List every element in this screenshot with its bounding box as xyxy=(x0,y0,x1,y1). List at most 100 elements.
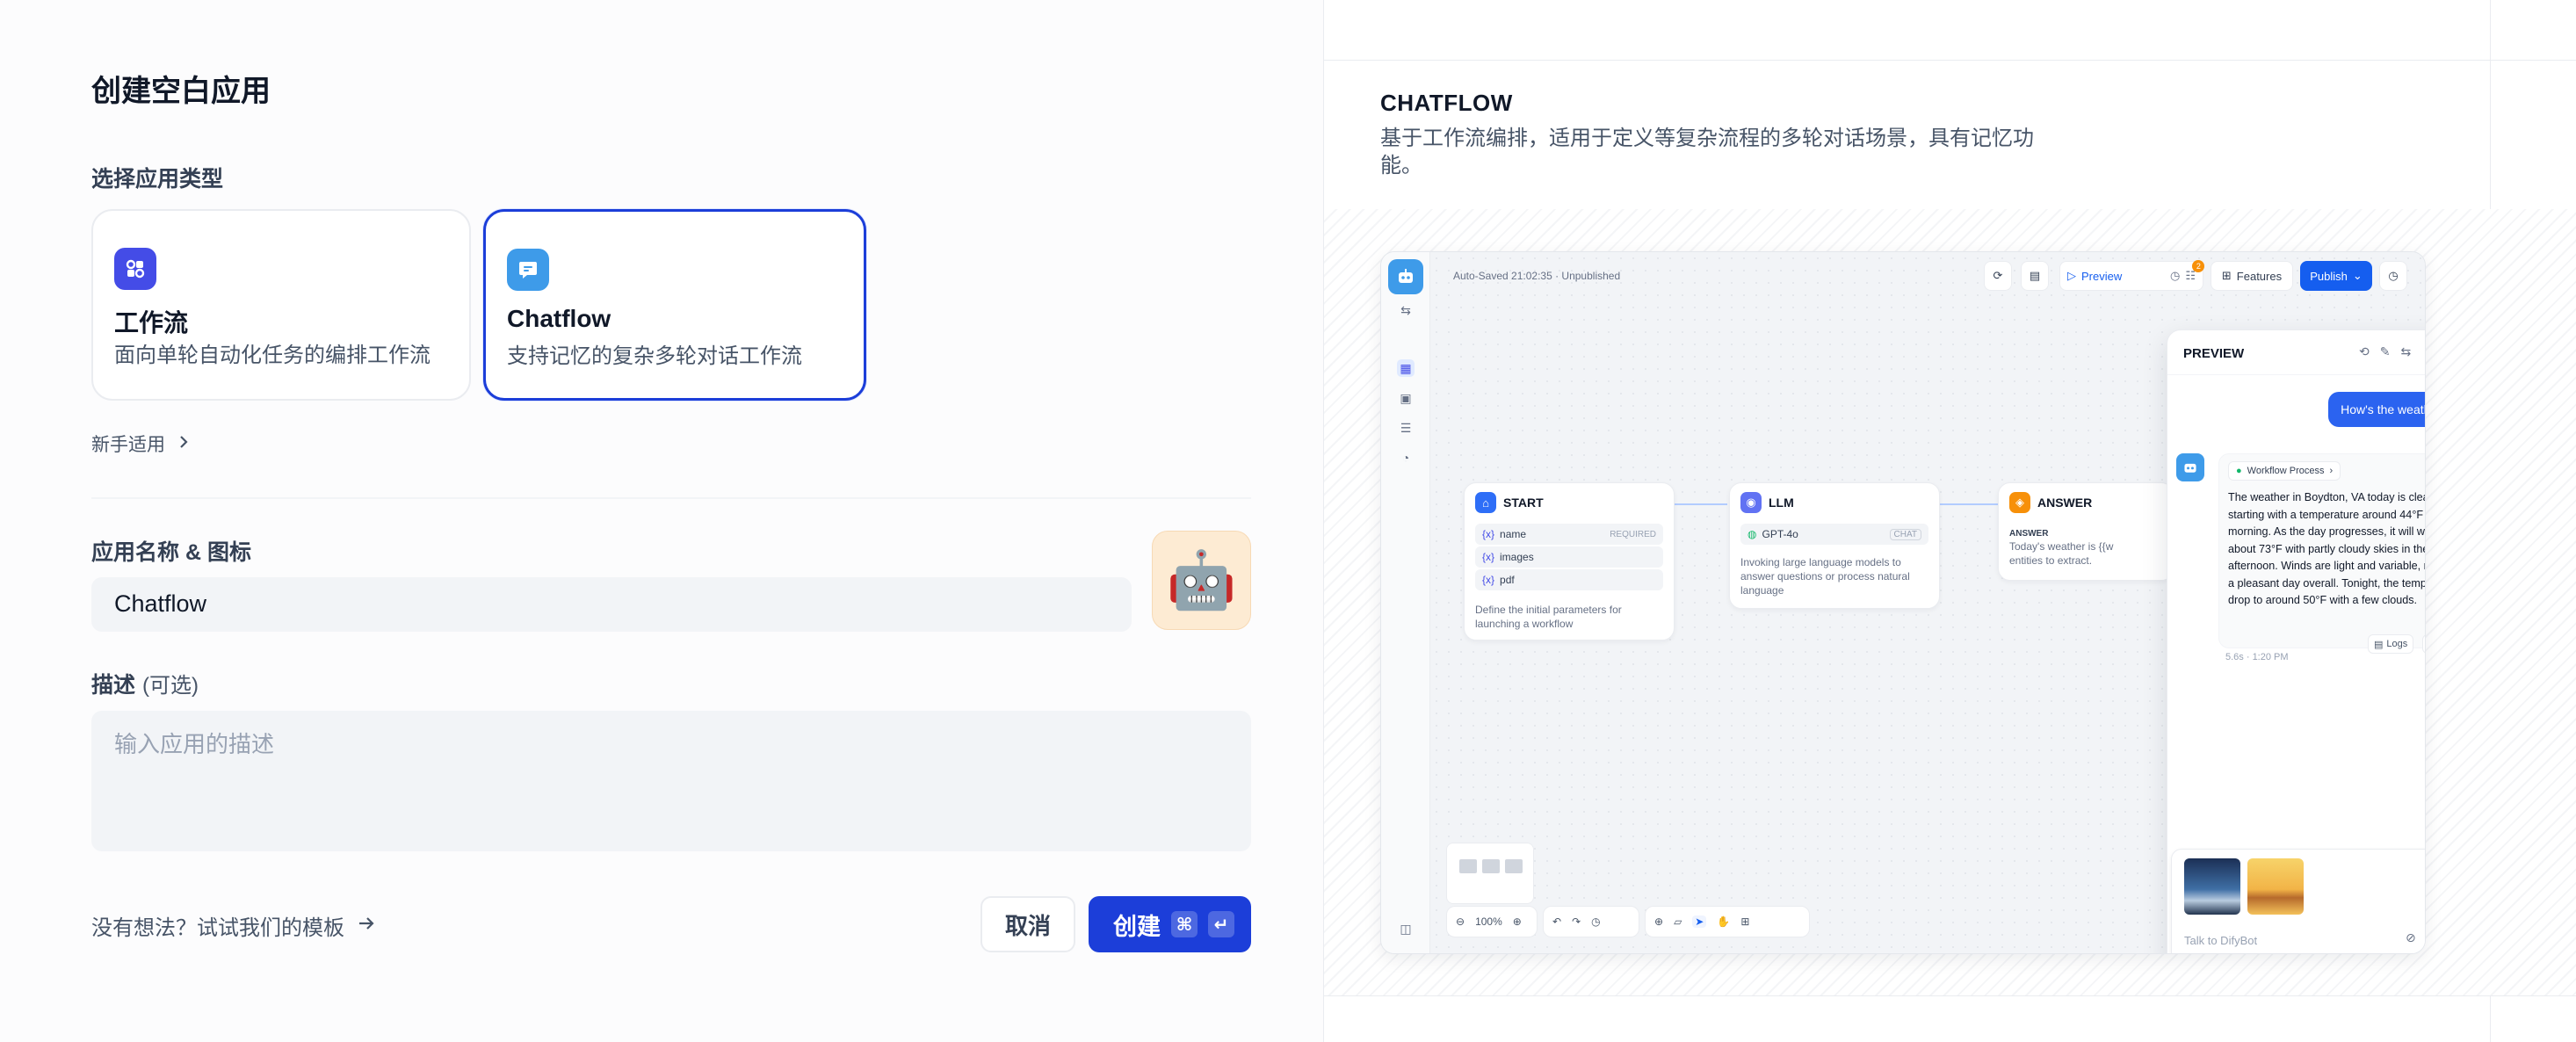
start-var: {x} images xyxy=(1475,546,1663,568)
card-desc: 面向单轮自动化任务的编排工作流 xyxy=(114,344,431,367)
edge xyxy=(1673,503,1727,505)
publish-button: Publish ⌄ xyxy=(2300,261,2372,291)
start-var: {x} pdf xyxy=(1475,569,1663,590)
app-icon-picker[interactable]: 🤖 xyxy=(1152,531,1251,630)
grid-line xyxy=(1324,995,2576,996)
app-type-label: 选择应用类型 xyxy=(91,167,224,192)
features-icon: ⊞ xyxy=(2221,269,2232,282)
user-message: How's the weather today xyxy=(2328,392,2425,427)
create-app-form: 创建空白应用 选择应用类型 工作流 面向单轮自动化任务的编排工作流 Chatfl… xyxy=(0,0,1323,1042)
app-name-input[interactable]: Chatflow xyxy=(91,577,1132,632)
llm-desc: Invoking large language models to answer… xyxy=(1740,556,1910,597)
workflow-canvas: Auto-Saved 21:02:35 · Unpublished ⟳ ▤ ▷ … xyxy=(1430,252,2425,953)
beginner-link[interactable]: 新手适用 xyxy=(91,431,190,457)
chat-input: Talk to DifyBot xyxy=(2184,934,2258,947)
hand-icon: ✋ xyxy=(1717,915,1731,928)
card-title: Chatflow xyxy=(507,305,611,332)
edge xyxy=(1940,503,1998,505)
play-icon: ▷ xyxy=(2067,269,2076,282)
bot-icon xyxy=(1388,259,1423,294)
workflow-icon xyxy=(114,248,156,290)
chevron-right-icon xyxy=(177,434,190,454)
zoom-control: ⊖ 100% ⊕ xyxy=(1446,906,1538,937)
desc-optional: (可选) xyxy=(142,674,199,698)
attachment-icon: ⊘ xyxy=(2406,930,2416,944)
divider xyxy=(91,497,1251,499)
desert-image-thumbnail xyxy=(2247,858,2304,915)
answer-meta: 5.6s · 1:20 PM xyxy=(2225,652,2289,662)
divider xyxy=(2167,374,2425,375)
logs-button: ▤ Logs xyxy=(2368,634,2414,654)
answer-text: The weather in Boydton, VA today is clea… xyxy=(2228,491,2425,606)
home-icon: ⌂ xyxy=(1475,492,1496,513)
studio-sidebar: ⇆ ▦ ▣ ☰ ◔ ◫ xyxy=(1381,252,1430,953)
card-title: 工作流 xyxy=(114,309,189,336)
settings-icon: ⇆ xyxy=(1400,302,1411,317)
add-node-icon: ⊕ xyxy=(1654,915,1664,928)
redo-icon: ↷ xyxy=(1572,915,1581,928)
robot-icon: 🤖 xyxy=(1166,548,1237,611)
chevron-down-icon: ⌄ xyxy=(2352,269,2363,282)
zoom-out-icon: ⊖ xyxy=(1456,915,1465,928)
create-button[interactable]: 创建 ⌘ ↵ xyxy=(1089,896,1251,952)
input-tools: ⊘ 🎙 xyxy=(2406,930,2425,945)
name-label: 应用名称 & 图标 xyxy=(91,540,251,565)
card-workflow[interactable]: 工作流 面向单轮自动化任务的编排工作流 xyxy=(91,209,471,401)
enter-key-icon: ↵ xyxy=(1208,911,1234,937)
edit-icon: ✎ xyxy=(2379,344,2391,358)
start-node: ⌂ START {x} name REQUIRED {x} images {x} pdf … xyxy=(1464,482,1675,640)
app-description-input[interactable]: 输入应用的描述 xyxy=(91,711,1251,851)
layout-icon: ⊞ xyxy=(1740,915,1750,928)
pointer-icon: ➤ xyxy=(1692,915,1707,928)
minimap-node xyxy=(1482,859,1500,873)
arrow-right-icon xyxy=(357,915,376,937)
settings-icon: ⇆ xyxy=(2400,344,2412,358)
checklist-badge-icon: ☷ 2 xyxy=(2185,260,2205,283)
chatflow-icon xyxy=(507,249,549,291)
bot-avatar-icon xyxy=(2176,453,2204,481)
workflow-screenshot: ⇆ ▦ ▣ ☰ ◔ ◫ Auto-Saved 21:02:35 · Unpubl… xyxy=(1380,251,2426,954)
answer-icon: ◈ xyxy=(2009,492,2030,513)
cancel-button[interactable]: 取消 xyxy=(980,896,1075,952)
desc-label-row: 描述 (可选) xyxy=(91,668,199,699)
app-type-preview: CHATFLOW 基于工作流编排，适用于定义等复杂流程的多轮对话场景，具有记忆功… xyxy=(1323,0,2576,1042)
history-controls: ↶ ↷ ◷ xyxy=(1543,906,1639,937)
card-desc: 支持记忆的复杂多轮对话工作流 xyxy=(507,344,802,368)
command-key-icon: ⌘ xyxy=(1171,911,1198,937)
template-link[interactable]: 没有想法？试试我们的模板 xyxy=(91,910,376,941)
history-icon: ◷ xyxy=(1591,915,1601,928)
history-icon: ◷ xyxy=(2170,269,2181,282)
start-var: {x} name REQUIRED xyxy=(1475,524,1663,545)
mountain-image-thumbnail xyxy=(2184,858,2240,915)
chat-input-box: Talk to DifyBot ⊘ 🎙 ➤ xyxy=(2171,849,2425,953)
bot-answer: ● Workflow Process › The weather in Boyd… xyxy=(2218,453,2425,648)
zoom-in-icon: ⊕ xyxy=(1512,915,1522,928)
orchestrate-icon: ▦ xyxy=(1397,359,1415,377)
brain-icon: ◉ xyxy=(1740,492,1762,513)
monitor-icon: ◔ xyxy=(1401,451,1410,465)
answer-actions: 🔊 ❐ ⟲ xyxy=(2422,634,2425,654)
autosave-status: Auto-Saved 21:02:35 · Unpublished xyxy=(1453,270,1621,282)
undo-icon: ↶ xyxy=(1552,915,1562,928)
panel-actions: ⟲ ✎ ⇆ ✕ xyxy=(2359,344,2425,359)
preview-description: 基于工作流编排，适用于定义等复杂流程的多轮对话场景，具有记忆功能。 xyxy=(1380,127,2034,177)
sync-icon: ⟳ xyxy=(1984,261,2012,291)
model-icon: ◍ xyxy=(1747,528,1757,540)
card-chatflow[interactable]: Chatflow 支持记忆的复杂多轮对话工作流 xyxy=(483,209,866,401)
minimap-node xyxy=(1505,859,1523,873)
preview-heading: CHATFLOW xyxy=(1380,90,1513,116)
clock-icon: ◷ xyxy=(2379,261,2407,291)
collapse-icon: ◫ xyxy=(1400,921,1412,936)
chat-preview-panel: PREVIEW ⟲ ✎ ⇆ ✕ How's the weather today … xyxy=(2167,329,2425,953)
workflow-process: ● Workflow Process › xyxy=(2228,461,2341,481)
check-circle-icon: ● xyxy=(2236,466,2242,476)
refresh-icon: ⟲ xyxy=(2359,344,2370,358)
preview-toolbar: ▷ Preview ◷ ☷ 2 xyxy=(2059,260,2205,291)
panel-title: PREVIEW xyxy=(2183,346,2245,361)
logs-icon: ☰ xyxy=(1400,420,1412,435)
logs-icon: ▤ xyxy=(2374,639,2384,650)
minimap xyxy=(1446,843,1534,904)
start-desc: Define the initial parameters for launch… xyxy=(1475,604,1622,630)
grid-line xyxy=(1324,60,2576,61)
model-selector: ◍ GPT-4o CHAT xyxy=(1740,524,1928,545)
